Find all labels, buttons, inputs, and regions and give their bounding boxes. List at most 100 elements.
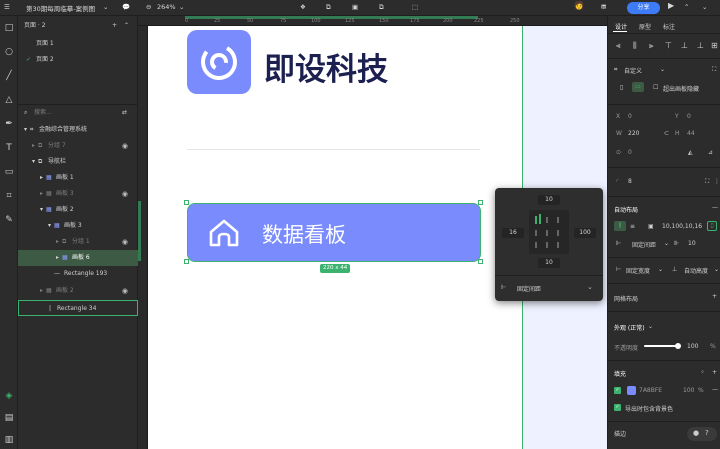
text-tool-icon[interactable]: T <box>3 142 15 154</box>
zoom-chevron-icon[interactable]: ⌄ <box>179 3 184 11</box>
avatar[interactable]: 🧑 <box>574 1 584 10</box>
align-right-icon[interactable]: ⫸ <box>649 41 654 51</box>
resize-handle[interactable] <box>184 259 189 264</box>
layer-item[interactable]: ▸ ⧉ 分组 7 ◉ <box>18 138 138 154</box>
polygon-tool-icon[interactable]: △ <box>3 94 15 106</box>
opacity-input[interactable]: 100 <box>687 343 698 350</box>
chevron-down-icon[interactable]: ⌄ <box>648 323 653 330</box>
chevron-down-icon[interactable]: ⌄ <box>587 283 593 291</box>
eye-icon[interactable]: ◉ <box>122 234 128 250</box>
opacity-slider[interactable] <box>644 343 681 349</box>
appearance-title[interactable]: 外观 (正常) <box>614 323 645 332</box>
align-bottom-icon[interactable]: ⊥ <box>697 41 704 50</box>
export-bg-checkbox[interactable]: ✓ <box>614 404 621 411</box>
fit-icon[interactable]: ⛶ <box>712 66 716 74</box>
layer-search[interactable]: ⌕ 搜索... ⇄ <box>18 105 138 121</box>
padding-detail-icon[interactable]: ▯ <box>707 221 717 231</box>
frame-tool-icon[interactable]: ⌗ <box>3 190 15 202</box>
history-icon[interactable]: ▥ <box>3 434 15 446</box>
portrait-icon[interactable]: ▯ <box>620 84 623 91</box>
flip-vertical-icon[interactable]: ⊿ <box>708 149 713 156</box>
layer-item[interactable]: ▾ ▦ 画板 2 <box>18 202 138 218</box>
fixed-width-select[interactable]: 固定宽度 <box>626 266 650 275</box>
collapse-icon[interactable]: ⌃ <box>124 18 129 34</box>
record-icon[interactable]: ● <box>693 429 699 437</box>
preview-icon[interactable]: ⌃ <box>684 3 689 11</box>
flip-horizontal-icon[interactable]: ◭ <box>688 149 693 156</box>
component-icon[interactable]: ❖ <box>300 3 306 11</box>
frame-icon[interactable]: ⬚ <box>412 3 418 11</box>
comment-icon[interactable]: 💬 <box>122 3 130 11</box>
radius-input[interactable]: 8 <box>628 178 632 185</box>
resize-handle[interactable] <box>184 200 189 205</box>
horizontal-direction-icon[interactable]: ⫼ <box>614 221 626 231</box>
align-top-icon[interactable]: ⊤ <box>665 41 672 50</box>
chevron-down-icon[interactable]: ⌄ <box>714 266 719 273</box>
remove-auto-layout-icon[interactable]: — <box>712 204 718 211</box>
more-icon[interactable]: ⋮ <box>714 178 720 185</box>
file-title[interactable]: 第30期每周临摹-案例图 <box>26 3 95 13</box>
rotation-input[interactable]: 0 <box>628 149 632 156</box>
layer-item[interactable]: — Rectangle 193 <box>18 266 138 282</box>
vertical-direction-icon[interactable]: ≡ <box>630 223 635 230</box>
more-icon[interactable]: ⌄ <box>702 3 707 11</box>
padding-bottom-input[interactable]: 10 <box>538 258 560 268</box>
layer-item-selected[interactable]: ▸ ▦ 画板 6 <box>18 250 138 266</box>
brush-tool-icon[interactable]: ✎ <box>3 214 15 226</box>
add-page-icon[interactable]: + <box>112 18 117 34</box>
tab-annotate[interactable]: 标注 <box>663 22 675 31</box>
padding-left-input[interactable]: 16 <box>502 228 524 238</box>
chevron-down-icon[interactable]: ⌄ <box>660 66 665 73</box>
fill-hex-input[interactable]: 7A8BFE <box>639 387 662 394</box>
resize-handle[interactable] <box>478 200 483 205</box>
play-icon[interactable]: ▶ <box>668 1 674 10</box>
page-item[interactable]: ✓ 页面 2 <box>18 52 138 68</box>
filter-icon[interactable]: ⇄ <box>122 105 127 121</box>
distribute-icon[interactable]: ⊞ <box>711 41 718 50</box>
pen-tool-icon[interactable]: ✒ <box>3 118 15 130</box>
align-center-icon[interactable]: ⫼ <box>633 41 637 51</box>
layer-item[interactable]: ▸ ▦ 画板 1 <box>18 170 138 186</box>
opacity-slider-knob[interactable] <box>675 343 681 349</box>
layer-item-hover[interactable]: | Rectangle 34 <box>18 300 138 316</box>
fill-color-swatch[interactable] <box>627 386 636 395</box>
layer-item[interactable]: ▸ ⧉ 分组 1 ◉ <box>18 234 138 250</box>
padding-right-input[interactable]: 100 <box>574 228 596 238</box>
align-middle-icon[interactable]: ⊥ <box>681 41 688 50</box>
layer-item[interactable]: ▸ ▦ 画板 3 ◉ <box>18 186 138 202</box>
add-grid-icon[interactable]: + <box>712 293 717 300</box>
frame-type-select[interactable]: 自定义 <box>624 66 642 75</box>
help-widget[interactable]: ● ? <box>687 427 717 441</box>
library-icon[interactable]: ⛃ <box>601 3 606 11</box>
spacing-mode-select[interactable]: 固定间距 <box>517 284 541 293</box>
x-input[interactable]: 0 <box>628 113 632 120</box>
width-input[interactable]: 220 <box>628 130 639 137</box>
eye-icon[interactable]: ◉ <box>122 283 128 299</box>
menu-icon[interactable]: ☰ <box>4 3 10 11</box>
layers-icon[interactable]: ◈ <box>3 390 15 402</box>
help-icon[interactable]: ? <box>705 429 709 437</box>
fill-visible-checkbox[interactable]: ✓ <box>614 387 621 394</box>
height-input[interactable]: 44 <box>687 130 695 137</box>
gap-input[interactable]: 10 <box>688 240 696 247</box>
gap-mode-select[interactable]: 固定间距 <box>632 240 656 249</box>
add-fill-icon[interactable]: + <box>712 369 717 376</box>
rectangle-tool-icon[interactable]: □ <box>3 22 15 34</box>
assets-icon[interactable]: ▤ <box>3 412 15 424</box>
auto-height-select[interactable]: 自动高度 <box>684 266 708 275</box>
tab-design[interactable]: 设计 <box>615 22 627 31</box>
y-input[interactable]: 0 <box>687 113 691 120</box>
boolean-icon[interactable]: ⧉ <box>326 3 331 12</box>
line-tool-icon[interactable]: ╱ <box>3 70 15 82</box>
padding-input[interactable]: 10,100,10,16 <box>662 223 702 230</box>
layer-item[interactable]: ▸ ▦ 画板 2 ◉ <box>18 283 138 299</box>
image-fill-icon[interactable]: ▣ <box>352 3 358 11</box>
page-item[interactable]: 页面 1 <box>18 36 138 52</box>
padding-top-input[interactable]: 10 <box>538 195 560 205</box>
fill-opacity-input[interactable]: 100 <box>683 387 694 394</box>
alignment-grid[interactable] <box>529 210 569 254</box>
align-left-icon[interactable]: ⫷ <box>616 41 621 51</box>
chevron-down-icon[interactable]: ⌄ <box>664 240 669 247</box>
remove-fill-icon[interactable]: — <box>712 386 718 393</box>
layer-item[interactable]: ▾ ▦ 画板 3 <box>18 218 138 234</box>
